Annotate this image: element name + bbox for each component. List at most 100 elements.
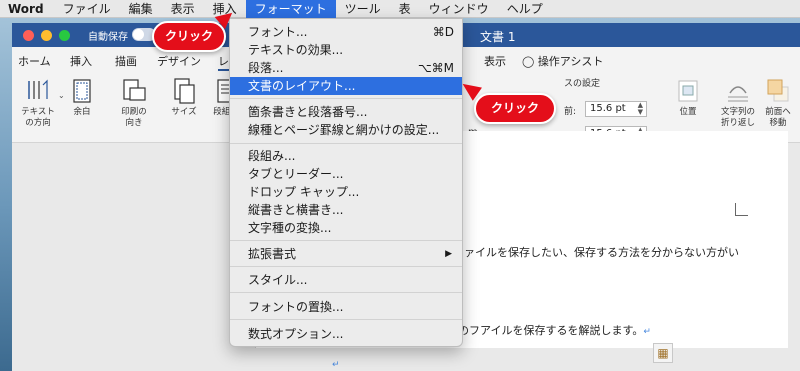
document-text-line-1: ァイルを保存したい、保存する方法を分からない方がい bbox=[464, 246, 739, 259]
tab-view[interactable]: 表示 bbox=[484, 53, 506, 69]
tell-me-label: 操作アシスト bbox=[537, 55, 604, 68]
position-button[interactable]: 位置 bbox=[664, 77, 712, 135]
paste-options-icon[interactable]: ▦ bbox=[653, 343, 673, 363]
menu-item-label: 数式オプション... bbox=[248, 327, 344, 341]
menu-item-borders-shading[interactable]: 線種とページ罫線と網かけの設定... bbox=[230, 121, 462, 139]
menu-view[interactable]: 表示 bbox=[162, 0, 204, 18]
margins-icon bbox=[73, 79, 91, 103]
menu-item-label: 文字種の変換... bbox=[248, 221, 332, 235]
bring-forward-icon bbox=[767, 79, 789, 102]
menu-item-label: スタイル... bbox=[248, 273, 308, 287]
menu-item-label: 段組み... bbox=[248, 149, 296, 163]
spacing-before-input[interactable]: 15.6 pt ▲ ▼ bbox=[585, 101, 647, 117]
menu-item-text-effects[interactable]: テキストの効果... bbox=[230, 41, 462, 59]
page-crop-mark bbox=[735, 203, 748, 216]
stepper-arrows-icon[interactable]: ▲▼ bbox=[638, 102, 643, 116]
menu-separator bbox=[230, 143, 462, 144]
menu-item-drop-cap[interactable]: ドロップ キャップ... bbox=[230, 183, 462, 201]
app-menu-word[interactable]: Word bbox=[8, 2, 54, 16]
minimize-window-button[interactable] bbox=[41, 30, 52, 41]
spacing-before-value: 15.6 pt bbox=[590, 103, 626, 114]
menu-item-style[interactable]: スタイル... bbox=[230, 271, 462, 289]
tab-home[interactable]: ホーム bbox=[18, 53, 51, 69]
menu-item-text-direction[interactable]: 縦書きと横書き... bbox=[230, 201, 462, 219]
menu-item-label: 線種とページ罫線と網かけの設定... bbox=[248, 123, 440, 137]
menu-item-label: 箇条書きと段落番号... bbox=[248, 105, 368, 119]
menu-item-equation-options[interactable]: 数式オプション... bbox=[230, 325, 462, 343]
menu-item-change-case[interactable]: 文字種の変換... bbox=[230, 219, 462, 237]
menu-file[interactable]: ファイル bbox=[54, 0, 120, 18]
bring-forward-caption-1: 前面へ bbox=[765, 107, 791, 117]
menu-item-label: フォント... bbox=[248, 25, 308, 39]
size-button[interactable]: サイズ bbox=[160, 77, 208, 135]
menu-item-asian-layout[interactable]: 拡張書式 ▶ bbox=[230, 245, 462, 263]
callout-click-format-menu: クリック bbox=[152, 21, 226, 52]
paragraph-mark-icon: ↵ bbox=[332, 360, 340, 370]
tab-design[interactable]: デザイン bbox=[157, 53, 201, 69]
menu-help[interactable]: ヘルプ bbox=[498, 0, 552, 18]
spacing-before-label: 前: bbox=[564, 107, 577, 117]
menu-format[interactable]: フォーマット bbox=[245, 0, 336, 18]
menu-item-label: 拡張書式 bbox=[248, 247, 297, 261]
orientation-caption-1: 印刷の bbox=[121, 107, 147, 117]
lightbulb-icon: ◯ bbox=[522, 55, 535, 68]
text-direction-caption-1: テキスト bbox=[21, 107, 55, 117]
menu-item-replace-fonts[interactable]: フォントの置換... bbox=[230, 298, 462, 316]
position-icon bbox=[678, 80, 698, 102]
wrap-text-caption-1: 文字列の bbox=[720, 107, 755, 117]
menu-item-tabs-leaders[interactable]: タブとリーダー... bbox=[230, 165, 462, 183]
wrap-text-caption-2: 折り返し bbox=[720, 118, 755, 128]
tab-tell-me[interactable]: ◯ 操作アシスト bbox=[522, 53, 603, 69]
menu-item-bullets-numbering[interactable]: 箇条書きと段落番号... bbox=[230, 103, 462, 121]
close-window-button[interactable] bbox=[23, 30, 34, 41]
menu-item-label: ドロップ キャップ... bbox=[248, 185, 360, 199]
orientation-caption-2: 向き bbox=[125, 118, 143, 128]
menu-item-label: 段落... bbox=[248, 61, 284, 75]
menu-edit[interactable]: 編集 bbox=[120, 0, 162, 18]
bring-forward-button[interactable]: 前面へ 移動 bbox=[754, 77, 800, 135]
tab-layout[interactable]: レ bbox=[218, 53, 229, 71]
mac-menubar: Word ファイル 編集 表示 挿入 フォーマット ツール 表 ウィンドウ ヘル… bbox=[0, 0, 800, 18]
size-caption: サイズ bbox=[171, 107, 197, 117]
menu-separator bbox=[230, 240, 462, 241]
orientation-button[interactable]: 印刷の 向き bbox=[110, 77, 158, 135]
callout-click-document-layout: クリック bbox=[474, 93, 556, 124]
document-title: 文書 1 bbox=[480, 30, 516, 44]
document-text-line-2-content: のフアイルを保存するを解説します。 bbox=[458, 324, 644, 337]
menu-shortcut: ⌥⌘M bbox=[417, 61, 454, 75]
bring-forward-caption-2: 移動 bbox=[769, 118, 787, 128]
spacing-group-label: スの設定 bbox=[564, 79, 601, 89]
text-direction-button[interactable]: テキスト の方向 bbox=[14, 77, 62, 135]
menu-separator bbox=[230, 266, 462, 267]
menu-item-paragraph[interactable]: 段落... ⌥⌘M bbox=[230, 59, 462, 77]
menu-tools[interactable]: ツール bbox=[336, 0, 390, 18]
orientation-icon bbox=[123, 79, 146, 101]
maximize-window-button[interactable] bbox=[59, 30, 70, 41]
menu-item-columns[interactable]: 段組み... bbox=[230, 147, 462, 165]
tab-insert[interactable]: 挿入 bbox=[70, 53, 92, 69]
menu-item-label: 縦書きと横書き... bbox=[248, 203, 344, 217]
menu-item-document-layout[interactable]: 文書のレイアウト... bbox=[230, 77, 462, 95]
margins-caption: 余白 bbox=[73, 107, 91, 117]
text-direction-icon bbox=[28, 79, 48, 99]
menu-shortcut: ⌘D bbox=[432, 25, 454, 39]
menu-item-font[interactable]: フォント... ⌘D bbox=[230, 23, 462, 41]
menu-separator bbox=[230, 292, 462, 293]
page-size-icon bbox=[174, 78, 195, 104]
menu-item-label: フォントの置換... bbox=[248, 300, 344, 314]
margins-button[interactable]: 余白 bbox=[58, 77, 106, 135]
menu-item-label: テキストの効果... bbox=[248, 43, 344, 57]
text-direction-caption-2: の方向 bbox=[25, 118, 51, 128]
menu-item-label: タブとリーダー... bbox=[248, 167, 344, 181]
menu-separator bbox=[230, 319, 462, 320]
menu-table[interactable]: 表 bbox=[390, 0, 420, 18]
autosave-label: 自動保存 bbox=[88, 32, 128, 43]
tab-draw[interactable]: 描画 bbox=[115, 53, 137, 69]
format-menu-dropdown: フォント... ⌘D テキストの効果... 段落... ⌥⌘M 文書のレイアウト..… bbox=[229, 18, 463, 347]
submenu-arrow-icon: ▶ bbox=[445, 249, 452, 259]
position-caption: 位置 bbox=[679, 107, 697, 117]
paragraph-mark-icon: ↵ bbox=[643, 327, 651, 337]
wrap-text-icon bbox=[728, 86, 748, 102]
menu-window[interactable]: ウィンドウ bbox=[420, 0, 498, 18]
menu-separator bbox=[230, 98, 462, 99]
